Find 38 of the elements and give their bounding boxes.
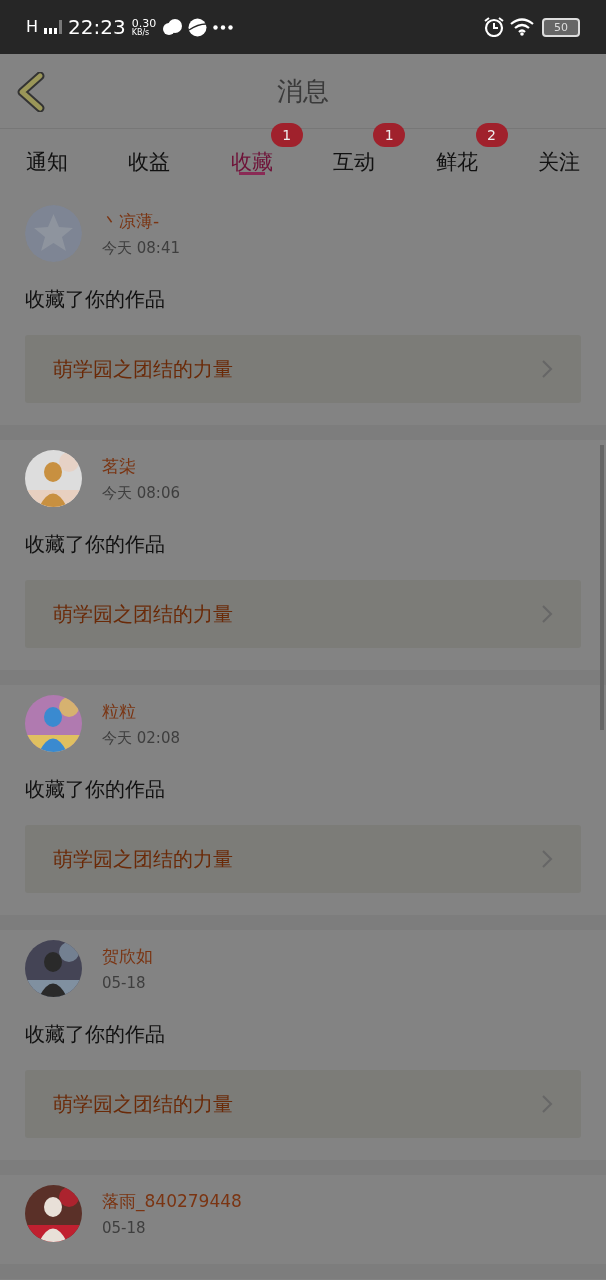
network-type: H: [26, 19, 39, 35]
alarm-icon: [484, 17, 504, 37]
message-text: 收藏了你的作品: [25, 1021, 166, 1048]
message-time: 今天 08:06: [102, 483, 180, 503]
planet-icon: [188, 17, 208, 37]
count-badge: 1: [373, 123, 406, 147]
count-badge: 1: [270, 123, 303, 147]
work-link[interactable]: 萌学园之团结的力量: [25, 580, 581, 648]
tab-underline: [238, 172, 265, 175]
user-name: 贺欣如: [102, 945, 153, 968]
battery-level: 50: [542, 17, 580, 37]
tab[interactable]: 通知: [24, 129, 70, 195]
user-name: 落雨_840279448: [102, 1190, 242, 1213]
user-name: 粒粒: [102, 699, 137, 723]
count-badge: 2: [475, 123, 508, 147]
speed-unit: KB/s: [131, 28, 150, 37]
avatar-icon: [25, 205, 82, 262]
message-text: 收藏了你的作品: [25, 531, 166, 558]
signal-icon: [44, 20, 63, 34]
work-link[interactable]: 萌学园之团结的力量: [25, 825, 581, 893]
cloud-icon: [162, 19, 183, 35]
work-link[interactable]: 萌学园之团结的力量: [25, 335, 581, 403]
wifi-icon: [510, 18, 536, 36]
user-name: 茗柒: [102, 454, 137, 478]
tab[interactable]: 关注: [535, 129, 582, 195]
more-icon: [213, 24, 234, 30]
message-time: 05-18: [102, 1219, 147, 1237]
message-time: 05-18: [102, 974, 147, 992]
message-text: 收藏了你的作品: [25, 776, 166, 803]
net-speed: 0.30: [131, 17, 157, 29]
message-time: 今天 02:08: [102, 728, 180, 748]
clock: 22:23: [68, 17, 126, 37]
user-name: 丶凉薄-: [102, 209, 161, 233]
page-title: 消息: [277, 74, 329, 108]
message-time: 今天 08:41: [102, 238, 180, 258]
work-link[interactable]: 萌学园之团结的力量: [25, 1070, 581, 1138]
message-text: 收藏了你的作品: [25, 286, 166, 313]
tab[interactable]: 收益: [126, 129, 173, 195]
